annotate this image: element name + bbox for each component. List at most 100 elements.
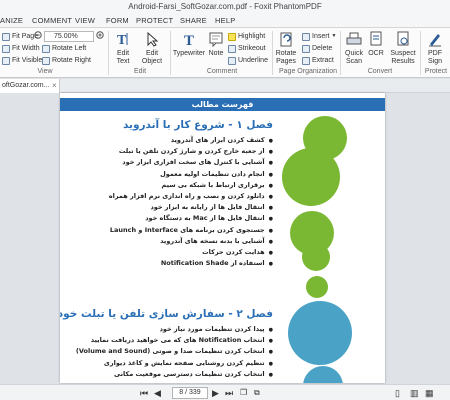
chapter-1-list: کشف کردن ابزار های آندروید از جعبه خارج …	[109, 135, 273, 269]
list-item[interactable]: جستجوی کردن برنامه های Interface و Launc…	[109, 225, 273, 236]
page-number-field[interactable]: 8 / 339	[172, 387, 208, 399]
underline-button[interactable]: Underline	[228, 55, 268, 66]
extract-icon	[302, 56, 310, 65]
edit-text-icon: T	[117, 33, 128, 48]
continuous-view-icon[interactable]: ▥	[410, 387, 419, 399]
rotate-pages-icon	[280, 32, 292, 47]
ocr-icon	[370, 31, 382, 46]
rotate-pages-button[interactable]: Rotate Pages	[274, 30, 298, 66]
pdf-sign-button[interactable]: PDF Sign	[423, 30, 447, 66]
list-item[interactable]: هدایت کردن حرکات	[109, 247, 273, 258]
previous-page-icon[interactable]: ◀	[154, 387, 161, 399]
next-page-icon[interactable]: ▶	[212, 387, 219, 399]
ribbon-separator	[108, 31, 109, 75]
typewriter-button[interactable]: T Typewriter	[172, 30, 206, 58]
rotate-right-icon	[42, 56, 50, 65]
fit-width-icon	[2, 44, 10, 53]
highlight-button[interactable]: Highlight	[228, 31, 265, 42]
svg-text:T: T	[184, 33, 194, 48]
decor-circle	[302, 243, 330, 271]
menu-share[interactable]: SHARE	[180, 14, 207, 28]
suspect-results-button[interactable]: Suspect Results	[388, 30, 418, 66]
extract-button[interactable]: Extract	[302, 55, 334, 66]
suspect-results-icon	[397, 31, 409, 46]
rotate-right-button[interactable]: Rotate Right	[42, 55, 91, 66]
insert-button[interactable]: Insert ▼	[302, 31, 336, 42]
list-item[interactable]: تنظیم کردن روشنایی صفحه نمایش و کاغذ دیو…	[76, 358, 273, 369]
ribbon-separator	[272, 31, 273, 75]
delete-button[interactable]: Delete	[302, 43, 332, 54]
decor-circle	[303, 366, 343, 383]
last-page-icon[interactable]: ⏭	[225, 387, 233, 399]
rotate-left-icon	[42, 44, 50, 53]
window-title: Android-Farsi_SoftGozar.com.pdf - Foxit …	[0, 0, 450, 14]
menu-organize[interactable]: ANIZE	[0, 14, 23, 28]
list-item[interactable]: آشنایی با کنترل های سخت افزاری ابزار خود	[109, 157, 273, 168]
fit-page-icon	[2, 32, 10, 41]
menu-view[interactable]: VIEW	[75, 14, 95, 28]
convert-group-label: Convert	[367, 68, 393, 75]
ocr-button[interactable]: OCR	[367, 30, 385, 58]
single-page-view-icon[interactable]: ▯	[395, 387, 400, 399]
list-item[interactable]: برقراری ارتباط با شبکه بی سیم	[109, 180, 273, 191]
fit-page-button[interactable]: Fit Page	[2, 31, 38, 42]
fit-width-button[interactable]: Fit Width	[2, 43, 40, 54]
typewriter-icon: T	[184, 33, 194, 48]
list-item[interactable]: انتخاب Notification های که می خواهید دری…	[76, 335, 273, 346]
list-item[interactable]: کشف کردن ابزار های آندروید	[109, 135, 273, 146]
svg-text:T: T	[117, 33, 127, 48]
list-item[interactable]: پیدا کردن تنظیمات مورد نیاز خود	[76, 324, 273, 335]
strikeout-icon	[228, 44, 236, 53]
fit-visible-icon	[2, 56, 10, 65]
strikeout-button[interactable]: Strikeout	[228, 43, 266, 54]
highlight-icon	[228, 32, 236, 41]
note-button[interactable]: Note	[207, 30, 225, 58]
menu-comment[interactable]: COMMENT	[32, 14, 72, 28]
ribbon-separator	[170, 31, 171, 75]
delete-icon	[302, 44, 310, 53]
close-icon[interactable]: ×	[52, 79, 57, 93]
copy-page-icon[interactable]: ❐	[240, 387, 247, 399]
decor-circle	[288, 301, 352, 365]
quick-scan-button[interactable]: Quick Scan	[343, 30, 365, 66]
insert-icon	[302, 32, 310, 41]
first-page-icon[interactable]: ⏮	[140, 387, 148, 399]
rotate-left-button[interactable]: Rotate Left	[42, 43, 86, 54]
page-organization-label: Page Organization	[279, 68, 337, 75]
list-item[interactable]: از جعبه خارج کردن و شارژ کردن تلفن یا تب…	[109, 146, 273, 157]
pen-icon	[429, 34, 441, 47]
zoom-field[interactable]: 75.00%	[44, 31, 94, 42]
list-item[interactable]: آشنایی با بدنه نسخه های آندروید	[109, 236, 273, 247]
list-item[interactable]: انتخاب کردن تنظیمات دسترسی موقعیت مکانی	[76, 369, 273, 380]
list-item[interactable]: دانلود کردن و نصب و راه اندازی نرم افزار…	[109, 191, 273, 202]
menu-form[interactable]: FORM	[106, 14, 129, 28]
two-page-icon[interactable]: ⧉	[254, 387, 260, 399]
zoom-in-icon[interactable]	[96, 31, 105, 40]
list-item[interactable]: انجام دادن تنظیمات اولیه معمول	[109, 169, 273, 180]
menu-bar: ANIZE COMMENT VIEW FORM PROTECT SHARE HE…	[0, 14, 450, 28]
list-item[interactable]: استفاده از Notification Shade	[109, 258, 273, 269]
document-tab[interactable]: oftGozar.com...	[0, 79, 60, 93]
decor-circle	[306, 276, 328, 298]
protect-group-label: Protect	[424, 68, 448, 75]
list-item[interactable]: انتخاب کردن تنظیمات صدا و صوتی (Volume a…	[76, 346, 273, 357]
ribbon-separator	[420, 31, 421, 75]
edit-text-button[interactable]: T Edit Text	[112, 30, 134, 66]
ribbon-separator	[340, 31, 341, 75]
zoom-out-icon[interactable]	[34, 31, 43, 40]
status-bar: ⏮ ◀ 8 / 339 ▶ ⏭ ❐ ⧉ ▯ ▥ ▦	[0, 384, 450, 400]
chapter-1-title: فصل ۱ - شروع کار با آندروید	[122, 119, 273, 131]
comment-group-label: Comment	[206, 68, 238, 75]
list-item[interactable]: انتقال فایل ها از رایانه به ابزار خود	[109, 202, 273, 213]
facing-view-icon[interactable]: ▦	[425, 387, 434, 399]
list-item[interactable]: انتقال فایل ها از Mac به دستگاه خود	[109, 213, 273, 224]
edit-group-label: Edit	[133, 68, 147, 75]
fit-visible-button[interactable]: Fit Visible	[2, 55, 42, 66]
decor-circle	[282, 148, 340, 206]
edit-object-button[interactable]: Edit Object	[139, 30, 165, 66]
menu-protect[interactable]: PROTECT	[136, 14, 173, 28]
ribbon: Fit Page Fit Width Fit Visible 75.00% Ro…	[0, 28, 450, 78]
toc-header: فهرست مطالب	[60, 98, 385, 111]
underline-icon	[228, 56, 236, 65]
menu-help[interactable]: HELP	[215, 14, 235, 28]
